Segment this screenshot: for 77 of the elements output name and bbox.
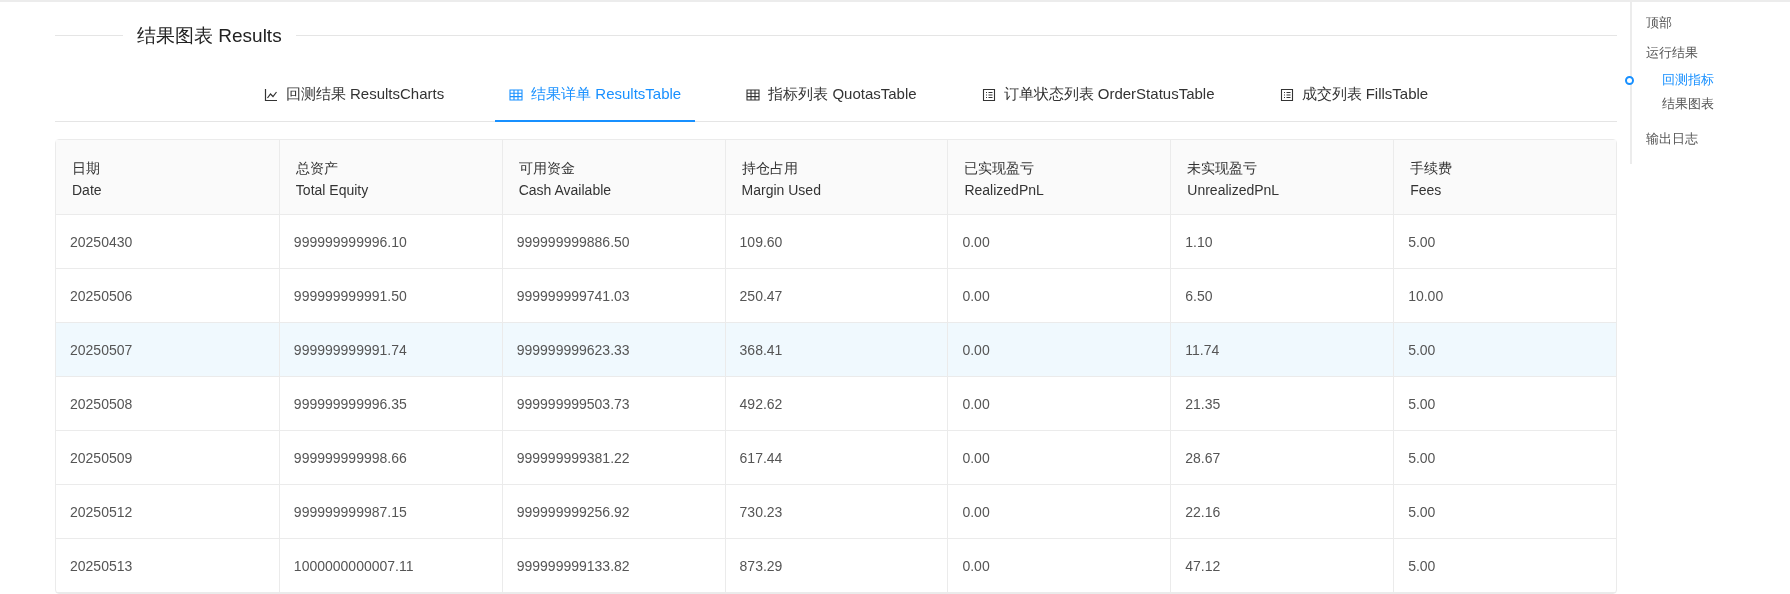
anchor-link[interactable]: 结果图表 <box>1662 96 1714 111</box>
table-cell: 5.00 <box>1393 323 1616 376</box>
table-cell: 999999999381.22 <box>501 431 725 484</box>
table-cell: 873.29 <box>724 539 948 592</box>
table-cell-text: 20250508 <box>69 394 134 414</box>
tab[interactable]: 订单状态列表 OrderStatusTable <box>967 69 1229 122</box>
table-cell: 0.00 <box>947 323 1171 376</box>
table-row[interactable]: 20250507 999999999991.74 999999999623.33 368.41 0.00 11.74 5.00 <box>56 323 1616 377</box>
table-cell: 368.41 <box>724 323 948 376</box>
table-cell-text: 20250509 <box>69 448 134 468</box>
table-cell: 22.16 <box>1170 485 1394 538</box>
table-cell: 11.74 <box>1170 323 1394 376</box>
tab[interactable]: 回测结果 ResultsCharts <box>249 69 459 122</box>
column-header: 日期 Date <box>71 159 103 200</box>
table-cell: 0.00 <box>947 539 1171 592</box>
table-cell: 5.00 <box>1393 485 1616 538</box>
table-cell: 0.00 <box>947 377 1171 430</box>
table-row[interactable]: 20250513 1000000000007.11 999999999133.82 873.29 0.00 47.12 5.00 <box>56 539 1616 593</box>
table-cell: 0.00 <box>947 431 1171 484</box>
table-row[interactable]: 20250512 999999999987.15 999999999256.92 730.23 0.00 22.16 5.00 <box>56 485 1616 539</box>
table-cell: 0.00 <box>947 269 1171 322</box>
table-icon <box>746 87 761 102</box>
tab[interactable]: 指标列表 QuotasTable <box>732 69 931 122</box>
table-cell-text: 20250430 <box>69 232 134 252</box>
table-cell-text: 20250512 <box>69 502 134 522</box>
column-header: 手续费 Fees <box>1393 140 1616 214</box>
table-cell: 999999999886.50 <box>501 215 725 268</box>
table-cell: 0.00 <box>947 215 1171 268</box>
column-header: 已实现盈亏 RealizedPnL <box>947 140 1171 214</box>
table-cell: 999999999991.74 <box>278 323 502 376</box>
table-cell: 999999999133.82 <box>501 539 725 592</box>
table-cell: 47.12 <box>1170 539 1394 592</box>
table-row[interactable]: 20250508 999999999996.35 999999999503.73 492.62 0.00 21.35 5.00 <box>56 377 1616 431</box>
table-cell: 999999999623.33 <box>501 323 725 376</box>
section-title: 结果图表 Results <box>136 23 283 48</box>
anchor-link[interactable]: 输出日志 <box>1646 131 1698 146</box>
table-icon <box>509 87 524 102</box>
anchor-link[interactable]: 运行结果 <box>1646 45 1698 60</box>
column-header: 未实现盈亏 UnrealizedPnL <box>1170 140 1394 214</box>
table-cell: 10.00 <box>1393 269 1616 322</box>
table-cell: 250.47 <box>724 269 948 322</box>
column-header: 持仓占用 Margin Used <box>724 140 948 214</box>
table-cell: 617.44 <box>724 431 948 484</box>
table-cell: 999999999991.50 <box>278 269 502 322</box>
table-cell: 1.10 <box>1170 215 1394 268</box>
table-row[interactable]: 20250509 999999999998.66 999999999381.22 617.44 0.00 28.67 5.00 <box>56 431 1616 485</box>
list-icon <box>981 87 996 102</box>
table-cell: 999999999998.66 <box>278 431 502 484</box>
table-cell-text: 20250506 <box>69 286 134 306</box>
tab[interactable]: 成交列表 FillsTable <box>1265 69 1443 122</box>
table-cell: 999999999503.73 <box>501 377 725 430</box>
table-cell: 28.67 <box>1170 431 1394 484</box>
table-cell: 109.60 <box>724 215 948 268</box>
table-cell: 5.00 <box>1393 431 1616 484</box>
table-cell: 5.00 <box>1393 377 1616 430</box>
line-chart-icon <box>263 87 278 102</box>
table-row[interactable]: 20250430 999999999996.10 999999999886.50 109.60 0.00 1.10 5.00 <box>56 215 1616 269</box>
table-cell: 21.35 <box>1170 377 1394 430</box>
table-cell: 999999999741.03 <box>501 269 725 322</box>
table-cell: 5.00 <box>1393 539 1616 592</box>
table-cell: 999999999996.35 <box>278 377 502 430</box>
column-header: 可用资金 Cash Available <box>501 140 725 214</box>
anchor-link[interactable]: 顶部 <box>1646 15 1672 30</box>
table-cell: 0.00 <box>947 485 1171 538</box>
table-cell-text: 20250507 <box>69 340 134 360</box>
table-cell: 730.23 <box>724 485 948 538</box>
table-cell: 999999999987.15 <box>278 485 502 538</box>
table-cell: 492.62 <box>724 377 948 430</box>
table-cell: 6.50 <box>1170 269 1394 322</box>
table-cell: 999999999256.92 <box>501 485 725 538</box>
table-cell: 1000000000007.11 <box>278 539 502 592</box>
table-cell: 999999999996.10 <box>278 215 502 268</box>
column-header: 总资产 Total Equity <box>278 140 502 214</box>
table-cell-text: 20250513 <box>69 556 134 576</box>
list-icon <box>1279 87 1294 102</box>
active-dot <box>1625 76 1634 85</box>
table-cell: 5.00 <box>1393 215 1616 268</box>
